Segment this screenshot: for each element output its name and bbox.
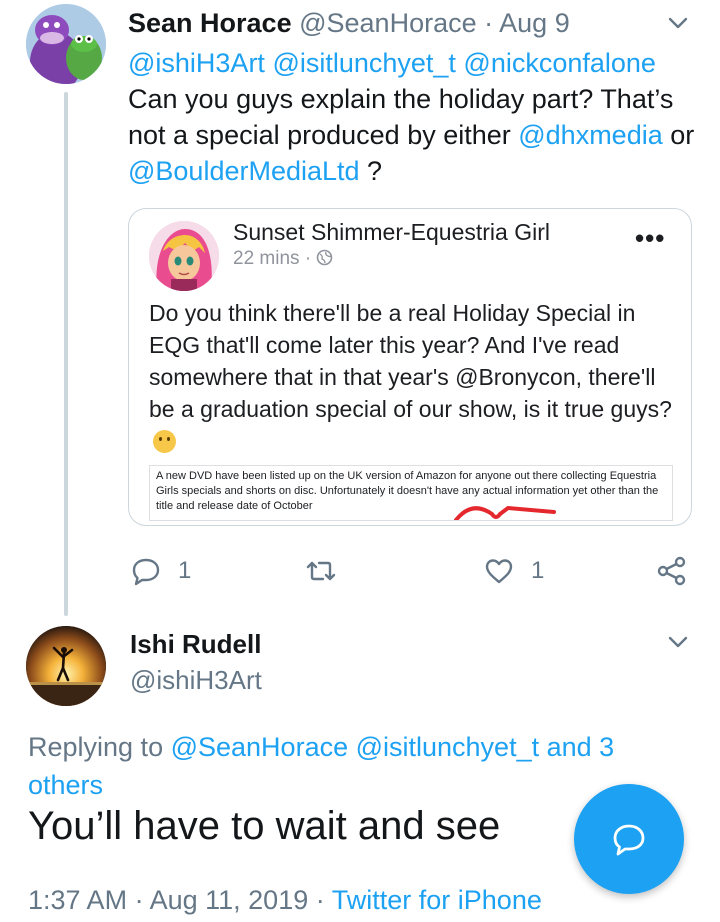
quoted-author: Sunset Shimmer-Equestria Girl [233, 219, 550, 245]
mention-list[interactable]: @ishiH3Art @isitlunchyet_t @nickconfalon… [128, 45, 656, 81]
author-handle[interactable]: @ishiH3Art [130, 662, 262, 698]
quoted-avatar [149, 221, 219, 291]
replying-to: Replying to @SeanHorace @isitlunchyet_t … [28, 728, 648, 804]
replying-prefix: Replying to [28, 732, 171, 762]
avatar[interactable] [26, 626, 106, 706]
reply-icon [132, 558, 160, 586]
author-name[interactable]: Sean Horace [128, 8, 292, 38]
quoted-text: Do you think there'll be a real Holiday … [149, 297, 679, 457]
share-button[interactable] [656, 555, 688, 587]
worried-face-emoji-icon [153, 430, 176, 453]
quoted-meta: 22 mins · [233, 246, 333, 272]
tweet-date: Aug 11, 2019 [149, 885, 309, 915]
reply-button[interactable]: 1 [130, 555, 191, 587]
tweet-source-link[interactable]: Twitter for iPhone [332, 885, 542, 915]
tweet-header: Sean Horace @SeanHorace · Aug 9 [128, 6, 570, 40]
attached-image-card[interactable]: Sunset Shimmer-Equestria Girl 22 mins · … [128, 208, 692, 526]
red-scribble-icon [454, 505, 556, 520]
separator-dot: · [304, 248, 312, 269]
tweet-text: Can you guys explain the holiday part? T… [128, 81, 703, 189]
author-handle[interactable]: @SeanHorace [299, 8, 477, 38]
tweet-text-part: or [662, 120, 695, 150]
reply-count: 1 [178, 557, 192, 584]
chevron-down-icon[interactable] [667, 631, 689, 653]
avatar-image [26, 4, 106, 84]
thread-connector-line [64, 92, 68, 616]
tweet-actions: 1 1 [0, 555, 720, 591]
share-icon [657, 556, 686, 586]
tweet-time: 1:37 AM [28, 885, 128, 915]
separator-dot: · [315, 885, 325, 915]
embedded-post-text: A new DVD have been listed up on the UK … [156, 470, 659, 512]
tweet-text: You’ll have to wait and see [28, 804, 501, 848]
avatar-image [26, 626, 106, 706]
mention-link-dhxmedia[interactable]: @dhxmedia [518, 120, 662, 150]
tweet-timestamp: 1:37 AM · Aug 11, 2019 · Twitter for iPh… [28, 882, 542, 918]
avatar[interactable] [26, 4, 106, 84]
compose-reply-icon [613, 824, 645, 856]
retweet-icon [306, 561, 336, 581]
quoted-text-body: Do you think there'll be a real Holiday … [149, 300, 672, 422]
like-count: 1 [531, 557, 545, 584]
separator-dot: · [134, 885, 144, 915]
more-options-icon: ••• [635, 223, 666, 253]
like-button[interactable]: 1 [483, 555, 544, 587]
retweet-button[interactable] [305, 555, 337, 587]
chevron-down-icon[interactable] [667, 12, 689, 34]
tweet-date[interactable]: Aug 9 [499, 8, 570, 38]
author-name[interactable]: Ishi Rudell [130, 626, 261, 662]
quoted-embedded-post: A new DVD have been listed up on the UK … [149, 465, 673, 521]
quoted-time: 22 mins [233, 248, 300, 269]
compose-reply-button[interactable] [574, 784, 684, 894]
mention-link-bouldermedia[interactable]: @BoulderMediaLtd [128, 156, 360, 186]
separator-dot: · [484, 8, 494, 38]
globe-icon [317, 249, 333, 266]
heart-icon [485, 559, 513, 584]
tweet-text-part: ? [359, 156, 383, 186]
